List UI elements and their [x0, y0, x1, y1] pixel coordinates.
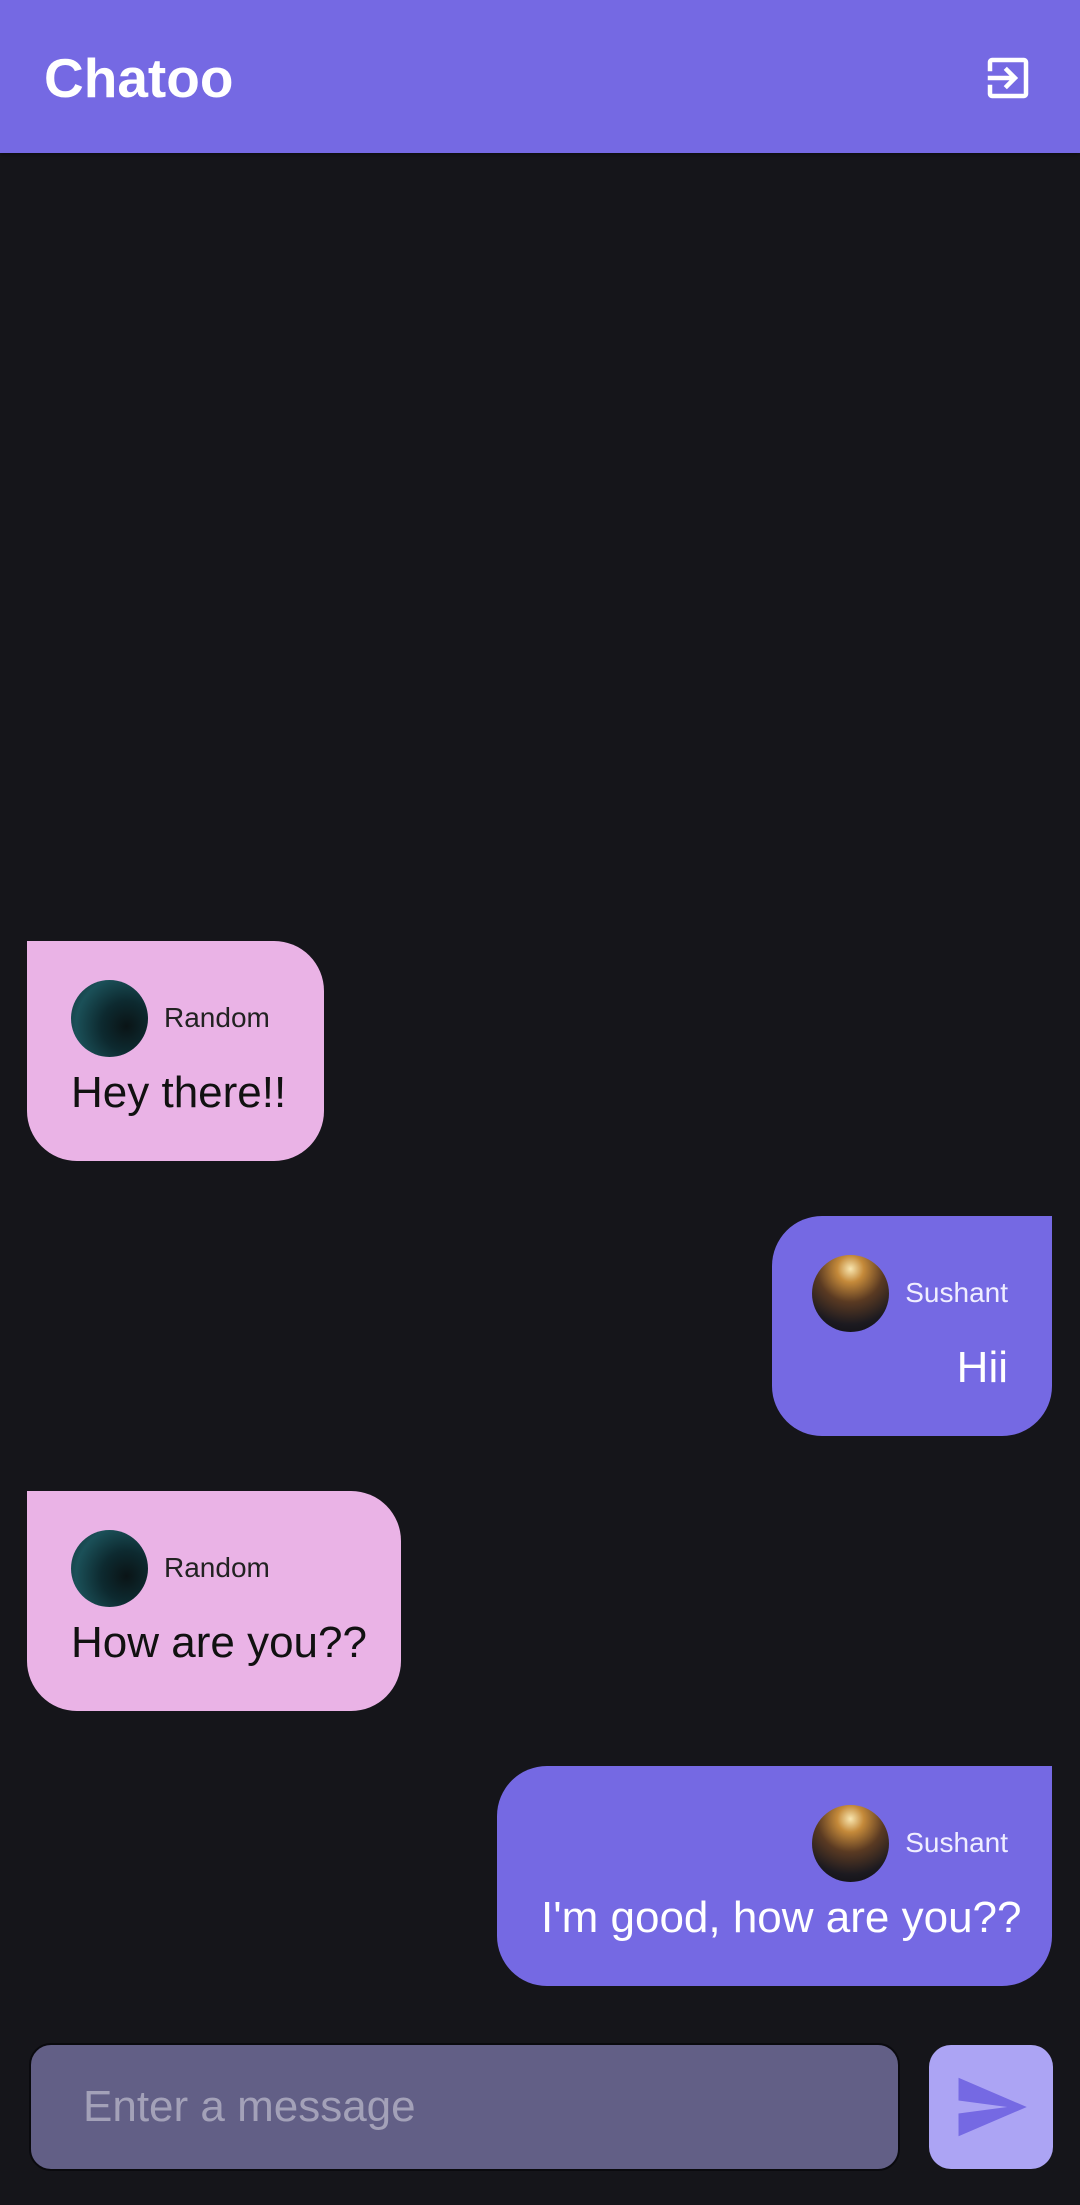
sender-name: Sushant [905, 1827, 1008, 1858]
message-bubble: Random How are you?? [27, 1491, 401, 1711]
sender-name: Random [164, 1002, 270, 1033]
avatar [812, 1804, 890, 1882]
chat-screen: Chatoo Random Hey there!! Sushant Hii Ra… [0, 0, 1080, 2205]
composer-bar [0, 2023, 1080, 2205]
message-text: I'm good, how are you?? [541, 1893, 1022, 1942]
sender-row: Sushant [812, 1254, 1008, 1332]
logout-button[interactable] [972, 42, 1044, 114]
app-bar: Chatoo [0, 0, 1080, 153]
message-bubble: Sushant I'm good, how are you?? [497, 1766, 1052, 1986]
send-icon [958, 2077, 1027, 2137]
avatar [812, 1254, 890, 1332]
message-list[interactable]: Random Hey there!! Sushant Hii Random Ho… [0, 153, 1080, 2023]
message-text: Hey there!! [71, 1068, 287, 1117]
message-text: Hii [956, 1343, 1008, 1392]
send-button[interactable] [929, 2045, 1053, 2169]
message-bubble: Random Hey there!! [27, 941, 324, 1161]
sender-name: Sushant [905, 1277, 1008, 1308]
avatar [71, 979, 148, 1057]
message-input[interactable] [29, 2043, 900, 2171]
message-bubble: Sushant Hii [772, 1216, 1052, 1436]
message-text: How are you?? [71, 1618, 367, 1667]
avatar [71, 1529, 148, 1607]
sender-row: Random [71, 1529, 357, 1607]
app-title: Chatoo [44, 47, 234, 109]
logout-icon [987, 57, 1029, 99]
sender-row: Random [71, 979, 280, 1057]
sender-name: Random [164, 1552, 270, 1583]
sender-row: Sushant [541, 1804, 1008, 1882]
